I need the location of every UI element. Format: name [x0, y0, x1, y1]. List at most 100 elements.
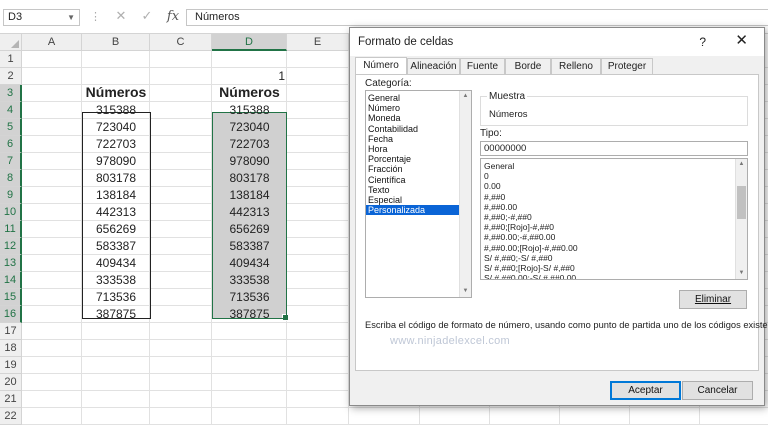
chevron-down-icon[interactable]: ▼	[67, 10, 75, 25]
column-header-a[interactable]: A	[22, 34, 82, 51]
category-item[interactable]: Porcentaje	[366, 154, 471, 164]
cancel-button[interactable]: Cancelar	[682, 381, 753, 400]
format-code-item[interactable]: #,##0;-#,##0	[481, 212, 747, 222]
column-header-e[interactable]: E	[287, 34, 349, 51]
row-header-1[interactable]: 1	[0, 51, 22, 68]
header-cell-d[interactable]: Números	[212, 82, 287, 103]
formula-input[interactable]: Números	[186, 9, 768, 26]
format-code-item[interactable]: #,##0;[Rojo]-#,##0	[481, 222, 747, 232]
format-code-item[interactable]: S/ #,##0;-S/ #,##0	[481, 253, 747, 263]
cell-b6[interactable]: 722703	[82, 136, 150, 153]
cell-d13[interactable]: 409434	[212, 255, 287, 272]
confirm-icon[interactable]: ✓	[134, 8, 160, 24]
category-item[interactable]: Número	[366, 103, 471, 113]
format-code-item[interactable]: #,##0.00;-#,##0.00	[481, 232, 747, 242]
cell-d6[interactable]: 722703	[212, 136, 287, 153]
column-header-c[interactable]: C	[150, 34, 212, 51]
cell-d12[interactable]: 583387	[212, 238, 287, 255]
row-header-12[interactable]: 12	[0, 238, 22, 255]
cell-d8[interactable]: 803178	[212, 170, 287, 187]
tab-relleno[interactable]: Relleno	[551, 58, 601, 74]
cell-d4[interactable]: 315388	[212, 102, 287, 119]
row-header-15[interactable]: 15	[0, 289, 22, 306]
cell-b7[interactable]: 978090	[82, 153, 150, 170]
tab-alineacion[interactable]: Alineación	[407, 58, 460, 74]
cell-b8[interactable]: 803178	[82, 170, 150, 187]
row-header-8[interactable]: 8	[0, 170, 22, 187]
cell-b14[interactable]: 333538	[82, 272, 150, 289]
tab-fuente[interactable]: Fuente	[460, 58, 505, 74]
cell-b5[interactable]: 723040	[82, 119, 150, 136]
select-all-button[interactable]	[0, 34, 22, 51]
cell-b12[interactable]: 583387	[82, 238, 150, 255]
format-code-item[interactable]: S/ #,##0.00;-S/ #,##0.00	[481, 273, 747, 279]
row-header-20[interactable]: 20	[0, 374, 22, 391]
drag-handle-icon[interactable]: ⋮	[90, 10, 101, 23]
format-code-item[interactable]: #,##0	[481, 192, 747, 202]
tab-proteger[interactable]: Proteger	[601, 58, 653, 74]
close-icon[interactable]: ✕	[735, 27, 748, 55]
cell-b9[interactable]: 138184	[82, 187, 150, 204]
category-item[interactable]: Moneda	[366, 113, 471, 123]
format-code-item[interactable]: #,##0.00;[Rojo]-#,##0.00	[481, 243, 747, 253]
row-header-22[interactable]: 22	[0, 408, 22, 425]
format-code-item[interactable]: 0.00	[481, 181, 747, 191]
row-header-18[interactable]: 18	[0, 340, 22, 357]
row-header-3[interactable]: 3	[0, 85, 22, 102]
format-code-item[interactable]: #,##0.00	[481, 202, 747, 212]
name-box[interactable]: D3 ▼	[3, 9, 80, 26]
cell-d15[interactable]: 713536	[212, 289, 287, 306]
cell-b10[interactable]: 442313	[82, 204, 150, 221]
category-item[interactable]: Especial	[366, 195, 471, 205]
row-header-19[interactable]: 19	[0, 357, 22, 374]
format-code-item[interactable]: S/ #,##0;[Rojo]-S/ #,##0	[481, 263, 747, 273]
row-header-13[interactable]: 13	[0, 255, 22, 272]
delete-button[interactable]: Eliminar	[679, 290, 747, 309]
tab-borde[interactable]: Borde	[505, 58, 551, 74]
cell-d7[interactable]: 978090	[212, 153, 287, 170]
row-header-5[interactable]: 5	[0, 119, 22, 136]
scroll-thumb[interactable]	[737, 186, 746, 219]
scroll-up-icon[interactable]: ▲	[736, 159, 747, 170]
format-code-item[interactable]: General	[481, 161, 747, 171]
cell-d11[interactable]: 656269	[212, 221, 287, 238]
category-item[interactable]: Personalizada	[366, 205, 471, 216]
category-item[interactable]: Fracción	[366, 164, 471, 174]
category-item[interactable]: Texto	[366, 185, 471, 195]
category-item[interactable]: Hora	[366, 144, 471, 154]
column-header-d[interactable]: D	[212, 34, 287, 51]
row-header-16[interactable]: 16	[0, 306, 22, 323]
category-item[interactable]: Fecha	[366, 134, 471, 144]
tab-numero[interactable]: Número	[355, 57, 407, 74]
column-header-b[interactable]: B	[82, 34, 150, 51]
row-header-7[interactable]: 7	[0, 153, 22, 170]
format-scrollbar[interactable]: ▲ ▼	[735, 159, 747, 279]
cell-d16[interactable]: 387875	[212, 306, 287, 323]
row-header-4[interactable]: 4	[0, 102, 22, 119]
cell-b4[interactable]: 315388	[82, 102, 150, 119]
cell-d9[interactable]: 138184	[212, 187, 287, 204]
cell-b15[interactable]: 713536	[82, 289, 150, 306]
row-header-21[interactable]: 21	[0, 391, 22, 408]
category-item[interactable]: Científica	[366, 175, 471, 185]
category-list[interactable]: General Número Moneda Contabilidad Fecha Hora…	[365, 90, 472, 298]
row-header-6[interactable]: 6	[0, 136, 22, 153]
row-header-17[interactable]: 17	[0, 323, 22, 340]
scroll-up-icon[interactable]: ▲	[460, 91, 471, 102]
header-cell-b[interactable]: Números	[82, 82, 150, 103]
cell-d10[interactable]: 442313	[212, 204, 287, 221]
type-input[interactable]: 00000000	[480, 141, 748, 156]
cancel-icon[interactable]: ✕	[108, 8, 134, 24]
scroll-down-icon[interactable]: ▼	[460, 286, 471, 297]
row-header-2[interactable]: 2	[0, 68, 22, 85]
cell-b11[interactable]: 656269	[82, 221, 150, 238]
row-header-14[interactable]: 14	[0, 272, 22, 289]
row-header-9[interactable]: 9	[0, 187, 22, 204]
help-icon[interactable]: ?	[699, 28, 706, 56]
function-icon[interactable]: fx	[160, 9, 186, 24]
row-header-10[interactable]: 10	[0, 204, 22, 221]
format-code-item[interactable]: 0	[481, 171, 747, 181]
format-code-list[interactable]: General 0 0.00 #,##0 #,##0.00 #,##0;-#,##0 #,#…	[480, 158, 748, 280]
row-header-11[interactable]: 11	[0, 221, 22, 238]
cell-d5[interactable]: 723040	[212, 119, 287, 136]
